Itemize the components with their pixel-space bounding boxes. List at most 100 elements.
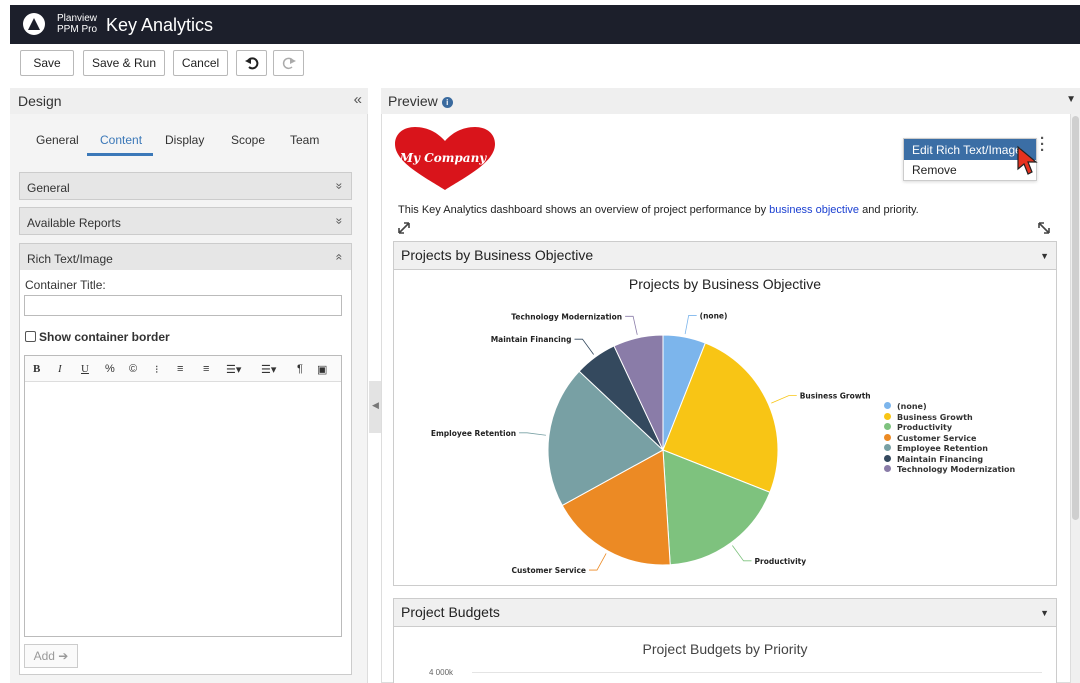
kebab-menu-icon[interactable]: · · · <box>1040 131 1045 158</box>
legend-item[interactable]: Maintain Financing <box>884 454 984 464</box>
brand-line2: PPM Pro <box>57 24 98 35</box>
pie-label-connector <box>574 338 594 355</box>
insert-image-button[interactable]: ▣ <box>317 363 327 376</box>
preview-menu-caret-icon[interactable]: ▼ <box>1066 94 1076 105</box>
section-available-reports[interactable]: Available Reports » <box>19 207 352 235</box>
tab-scope[interactable]: Scope <box>231 133 265 147</box>
panel-splitter[interactable]: ◀ <box>369 381 381 433</box>
unordered-list-button[interactable]: ☰▾ <box>261 363 276 376</box>
legend-item[interactable]: Productivity <box>884 423 952 432</box>
budget-chart-title: Project Budgets by Priority <box>642 641 808 657</box>
italic-button[interactable]: I <box>58 363 62 375</box>
legend-label: Productivity <box>897 423 953 432</box>
resize-icon[interactable] <box>1037 221 1051 235</box>
add-button[interactable]: Add ➔ <box>24 644 78 668</box>
section-rich-text-label: Rich Text/Image <box>27 252 113 266</box>
container-title-input[interactable] <box>24 295 342 316</box>
legend-label: Employee Retention <box>897 444 988 453</box>
show-border-checkbox[interactable] <box>25 331 36 342</box>
pie-label-connector <box>771 395 797 404</box>
cancel-button[interactable]: Cancel <box>173 50 228 76</box>
pie-slice-label: Technology Modernization <box>511 312 622 321</box>
section-rich-text-image[interactable]: Rich Text/Image « <box>19 243 352 271</box>
pie-label-connector <box>625 315 638 335</box>
legend-label: Business Growth <box>897 412 973 422</box>
align-left-button[interactable]: ≡ <box>177 363 183 375</box>
design-panel-header: Design « <box>10 88 368 114</box>
legend-item[interactable]: Customer Service <box>884 433 977 443</box>
legend-item[interactable]: (none) <box>884 402 927 411</box>
legend-item[interactable]: Technology Modernization <box>884 465 1015 474</box>
pie-slice-label: Employee Retention <box>431 429 516 438</box>
pie-slice-label: Business Growth <box>800 392 871 401</box>
show-border-label: Show container border <box>39 330 170 344</box>
tab-display[interactable]: Display <box>165 133 204 147</box>
section-general-label: General <box>27 181 70 195</box>
legend-marker <box>884 454 891 462</box>
expand-icon[interactable] <box>397 221 411 235</box>
legend-label: (none) <box>897 402 927 411</box>
collapse-panel-icon[interactable]: « <box>354 91 362 108</box>
paragraph-button[interactable]: ¶ <box>297 363 303 375</box>
description-text: This Key Analytics dashboard shows an ov… <box>398 204 770 216</box>
planview-logo-icon <box>23 13 45 35</box>
undo-icon <box>244 57 258 70</box>
pie-slice-label: Productivity <box>755 557 807 566</box>
preview-title: Preview i <box>388 93 453 109</box>
legend-label: Customer Service <box>897 433 977 443</box>
mouse-cursor-icon <box>1017 145 1038 175</box>
more-button[interactable]: ⁝ <box>155 363 159 376</box>
tab-content[interactable]: Content <box>100 133 142 147</box>
pie-label-connector <box>589 553 607 571</box>
legend-item[interactable]: Business Growth <box>884 412 973 422</box>
brand-name: Planview PPM Pro <box>57 13 97 35</box>
preview-title-text: Preview <box>388 93 438 109</box>
undo-button[interactable] <box>236 50 267 76</box>
section-general[interactable]: General » <box>19 172 352 200</box>
legend-item[interactable]: Employee Retention <box>884 444 988 453</box>
business-objective-link[interactable]: business objective <box>769 204 859 216</box>
gridline <box>472 672 1042 673</box>
legend-label: Maintain Financing <box>897 454 984 464</box>
legend-marker <box>884 465 891 472</box>
container-title-label: Container Title: <box>25 278 106 292</box>
save-button[interactable]: Save <box>20 50 74 76</box>
underline-button[interactable]: U <box>81 363 89 375</box>
legend-label: Technology Modernization <box>897 465 1016 474</box>
section-available-reports-label: Available Reports <box>27 216 121 230</box>
rich-text-editor[interactable]: B I U % © ⁝ ≡ ≡ ☰▾ ☰▾ ¶ ▣ <box>24 355 342 637</box>
tab-general[interactable]: General <box>36 133 79 147</box>
project-budgets-panel: Project Budgets ▼ Project Budgets by Pri… <box>393 598 1057 683</box>
pie-slice-label: (none) <box>700 311 728 320</box>
legend-marker <box>884 402 891 409</box>
design-title: Design <box>18 93 62 109</box>
save-and-run-button[interactable]: Save & Run <box>83 50 165 76</box>
editor-toolbar: B I U % © ⁝ ≡ ≡ ☰▾ ☰▾ ¶ ▣ <box>25 356 341 382</box>
link-button[interactable]: % <box>105 363 115 375</box>
y-axis-tick: 4 000k <box>429 668 454 677</box>
company-logo-text: My Company <box>399 151 488 165</box>
pie-label-connector <box>732 545 752 562</box>
align-center-button[interactable]: ≡ <box>203 363 209 375</box>
scrollbar-thumb[interactable] <box>1072 116 1079 520</box>
panel-header: Project Budgets ▼ <box>394 599 1056 627</box>
legend-marker <box>884 423 891 430</box>
panel-title: Project Budgets <box>401 604 500 620</box>
ordered-list-button[interactable]: ☰▾ <box>226 363 241 376</box>
redo-icon <box>282 57 296 70</box>
info-icon[interactable]: i <box>441 97 453 108</box>
description-text-end: and priority. <box>859 204 919 216</box>
tab-team[interactable]: Team <box>290 133 319 147</box>
redo-button[interactable] <box>273 50 304 76</box>
legend-marker <box>884 433 891 441</box>
copyright-button[interactable]: © <box>129 363 137 375</box>
company-logo: My Company <box>395 127 495 190</box>
preview-panel-header: Preview i ▼ <box>381 88 1080 114</box>
panel-menu-caret-icon[interactable]: ▼ <box>1040 608 1049 618</box>
pie-label-connector <box>519 432 546 436</box>
expand-chevron-icon: » <box>332 182 347 190</box>
bold-button[interactable]: B <box>33 363 40 375</box>
expand-chevron-icon: » <box>332 217 347 225</box>
legend-marker <box>884 444 891 451</box>
legend-marker <box>884 412 891 420</box>
